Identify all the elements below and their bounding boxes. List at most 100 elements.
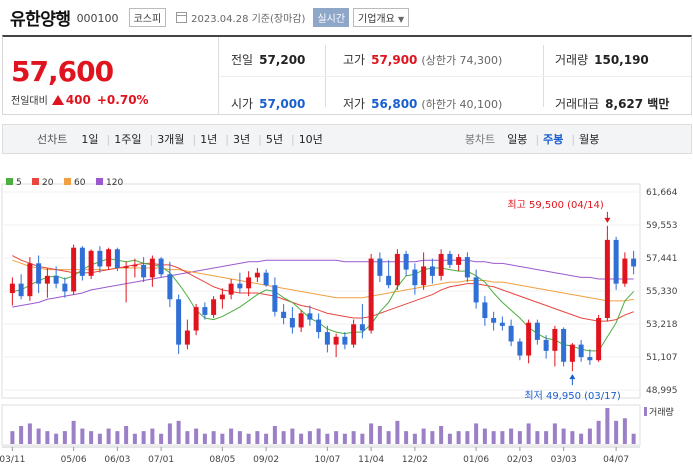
volume-bar — [89, 431, 94, 444]
range-1w[interactable]: 1주일 — [114, 131, 141, 147]
candle-body — [403, 253, 409, 270]
candle-body — [193, 307, 199, 331]
candle-body — [631, 258, 637, 267]
divider: | — [258, 132, 262, 146]
volume-bar — [465, 431, 470, 444]
candle-body — [622, 258, 628, 284]
divider: | — [192, 132, 197, 146]
volume-legend-swatch — [644, 407, 647, 416]
legend-swatch — [32, 178, 39, 185]
divider: | — [535, 132, 540, 146]
candle-body — [88, 250, 94, 276]
volume-bar — [264, 433, 269, 444]
candle-body — [394, 253, 400, 286]
candle-body — [27, 263, 33, 297]
volume-bar — [605, 408, 610, 444]
candle-body — [298, 313, 304, 328]
candle-body — [333, 336, 339, 345]
volume-bar — [579, 433, 584, 444]
range-1d[interactable]: 1일 — [81, 131, 98, 147]
volume-bar — [386, 431, 391, 444]
candle-daily[interactable]: 일봉 — [507, 131, 527, 147]
upper-limit: (상한가 74,300) — [421, 53, 503, 67]
volume-label: 거래량 — [649, 406, 674, 418]
y-tick-label: 48,995 — [646, 386, 678, 396]
high-price: 고가 57,900 (상한가 74,300) — [343, 51, 502, 68]
range-10y[interactable]: 10년 — [299, 131, 323, 147]
candle-monthly[interactable]: 월봉 — [579, 131, 599, 147]
candle-body — [281, 311, 287, 319]
candle-body — [106, 249, 112, 267]
x-tick-label: 09/02 — [253, 455, 279, 465]
candle-body — [447, 253, 453, 265]
price-chart: 5 20 60 120 61,664 59,553 57,441 55,330 53,218 51… — [0, 178, 678, 465]
legend-swatch — [96, 178, 103, 185]
volume-bar — [202, 433, 207, 444]
x-tick-label: 01/06 — [463, 455, 489, 465]
volume-bar — [229, 428, 234, 444]
candle-weekly[interactable]: 주봉 — [543, 131, 563, 147]
volume-bar — [412, 433, 417, 444]
open-label: 시가 — [231, 97, 254, 111]
volume-bar — [509, 428, 514, 444]
y-tick-label: 51,107 — [646, 353, 678, 363]
volume-bar — [526, 423, 531, 444]
candle-body — [464, 257, 470, 278]
volume-bar — [281, 431, 286, 444]
candle-body — [368, 258, 374, 331]
volume-bar — [439, 426, 444, 444]
volume-bar — [290, 428, 295, 444]
candle-body — [211, 299, 217, 315]
x-tick-label: 02/03 — [507, 455, 533, 465]
volume-bar — [587, 428, 592, 444]
volume-bar — [491, 431, 496, 444]
volume-bar — [395, 420, 400, 444]
candle-body — [482, 302, 488, 319]
x-tick-label: 12/02 — [402, 455, 428, 465]
volume-bar — [80, 428, 85, 444]
range-1y[interactable]: 1년 — [200, 131, 217, 147]
volume-bar — [334, 431, 339, 444]
volume: 거래량 150,190 — [555, 51, 649, 68]
candle-body — [62, 283, 68, 292]
y-tick-label: 61,664 — [646, 188, 678, 198]
volume-bar — [517, 431, 522, 444]
stock-header: 유한양행 000100 코스피 2023.04.28 기준(장마감) 실시간 기… — [0, 0, 693, 34]
ma5-line — [12, 258, 634, 352]
volume-bar — [622, 418, 627, 444]
volume-bar — [97, 433, 102, 444]
legend-label: 5 — [16, 178, 22, 188]
legend-label: 20 — [42, 178, 54, 188]
volume-bar — [141, 431, 146, 444]
candle-body — [9, 283, 15, 294]
amount-label: 거래대금 — [555, 97, 600, 111]
candle-body — [587, 357, 593, 361]
candle-body — [79, 247, 85, 276]
candle-body — [543, 339, 549, 351]
x-tick-label: 07/01 — [148, 455, 174, 465]
candle-body — [438, 253, 444, 276]
volume-bar — [596, 420, 601, 444]
candle-body — [316, 319, 322, 333]
volume-bar — [246, 433, 251, 444]
y-tick-label: 55,330 — [646, 287, 678, 297]
range-3y[interactable]: 3년 — [233, 131, 250, 147]
candle-body — [141, 264, 147, 278]
range-5y[interactable]: 5년 — [266, 131, 283, 147]
realtime-button[interactable]: 실시간 — [313, 7, 350, 27]
range-3m[interactable]: 3개월 — [157, 131, 184, 147]
volume-bar — [62, 431, 67, 444]
volume-bar — [211, 431, 216, 444]
candle-body — [526, 322, 532, 356]
volume-bar — [482, 428, 487, 444]
volume-value: 150,190 — [594, 52, 649, 67]
volume-bar — [10, 431, 15, 444]
candle-body — [324, 332, 330, 345]
candle-body — [97, 250, 103, 267]
open-price: 시가 57,000 — [231, 95, 305, 112]
company-info-dropdown[interactable]: 기업개요 ▼ — [353, 7, 410, 27]
quote-box: 57,600 전일대비 400 +0.70% 전일 57,200 고가 57,900… — [2, 35, 692, 115]
candle-body — [561, 328, 567, 362]
candle-body — [246, 277, 252, 289]
candle-body — [491, 318, 497, 323]
